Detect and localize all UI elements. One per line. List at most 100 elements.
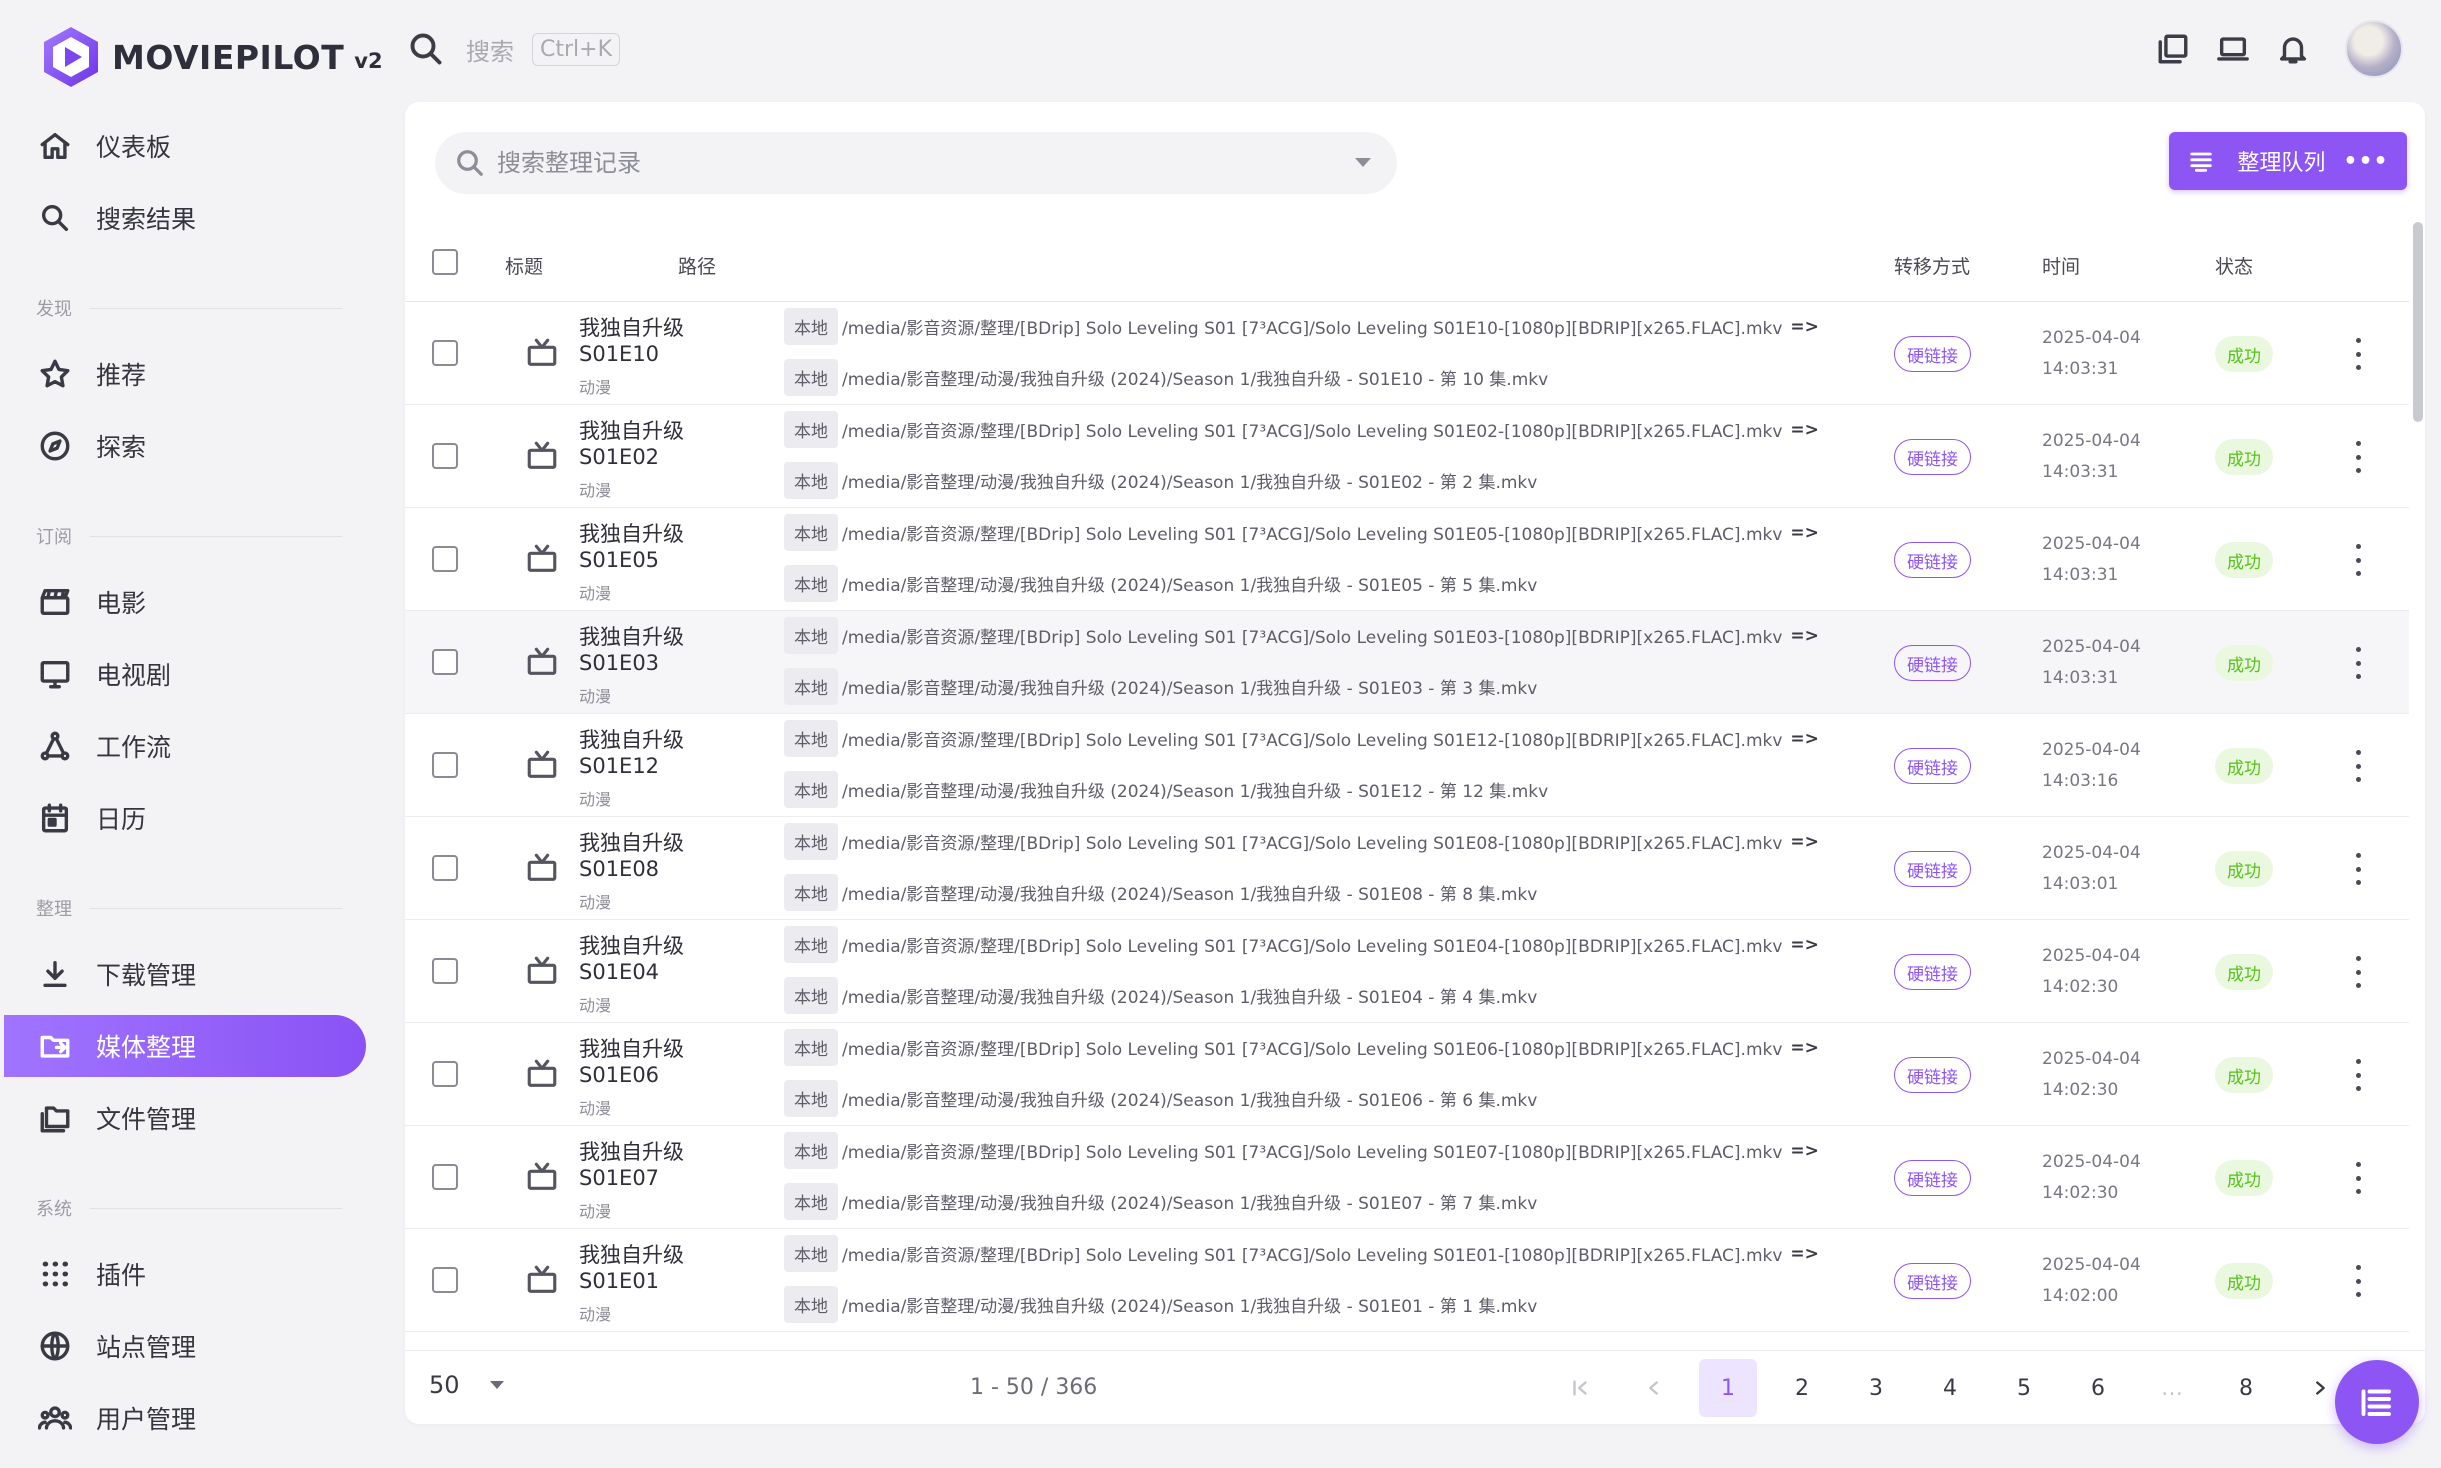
storage-tag: 本地 bbox=[784, 977, 838, 1014]
row-checkbox[interactable] bbox=[432, 1164, 458, 1190]
source-path: 本地/media/影音资源/整理/[BDrip] Solo Leveling S… bbox=[784, 926, 1819, 963]
sidebar-item-files[interactable]: 文件管理 bbox=[4, 1087, 366, 1149]
col-time[interactable]: 时间 bbox=[2042, 252, 2080, 279]
table-row[interactable]: 我独自升级 S01E06 动漫 本地/media/影音资源/整理/[BDrip] So… bbox=[405, 1023, 2409, 1126]
table-row[interactable]: 我独自升级 S01E03 动漫 本地/media/影音资源/整理/[BDrip] So… bbox=[405, 611, 2409, 714]
record-search-input[interactable] bbox=[497, 149, 1317, 177]
select-all-checkbox[interactable] bbox=[432, 249, 458, 275]
page-button[interactable]: 6 bbox=[2069, 1359, 2127, 1417]
row-time: 14:03:16 bbox=[2042, 771, 2119, 791]
per-page-value: 50 bbox=[429, 1371, 460, 1399]
record-search[interactable] bbox=[435, 132, 1397, 194]
row-category: 动漫 bbox=[579, 584, 612, 603]
chevron-down-icon[interactable] bbox=[1355, 158, 1371, 167]
page-button[interactable]: 8 bbox=[2217, 1359, 2275, 1417]
row-title[interactable]: 我独自升级 bbox=[579, 827, 684, 857]
sidebar-item-plugins[interactable]: 插件 bbox=[4, 1243, 366, 1305]
table-row[interactable]: 我独自升级 S01E05 动漫 本地/media/影音资源/整理/[BDrip] So… bbox=[405, 508, 2409, 611]
more-vertical-icon[interactable] bbox=[2345, 956, 2371, 988]
more-vertical-icon[interactable] bbox=[2345, 544, 2371, 576]
row-checkbox[interactable] bbox=[432, 1267, 458, 1293]
prev-page-button[interactable] bbox=[1625, 1359, 1683, 1417]
avatar[interactable] bbox=[2345, 20, 2403, 78]
fab-list-button[interactable] bbox=[2335, 1360, 2419, 1444]
page-button[interactable]: 5 bbox=[1995, 1359, 2053, 1417]
row-title[interactable]: 我独自升级 bbox=[579, 724, 684, 754]
table-row[interactable]: 我独自升级 S01E10 动漫 本地/media/影音资源/整理/[BDrip] So… bbox=[405, 302, 2409, 405]
transfer-mode-chip: 硬链接 bbox=[1894, 748, 1971, 784]
row-title[interactable]: 我独自升级 bbox=[579, 312, 684, 342]
col-title[interactable]: 标题 bbox=[505, 252, 543, 279]
row-title[interactable]: 我独自升级 bbox=[579, 1033, 684, 1063]
row-checkbox[interactable] bbox=[432, 1061, 458, 1087]
row-episode: S01E02 bbox=[579, 445, 660, 469]
first-page-button[interactable] bbox=[1551, 1359, 1609, 1417]
table-row[interactable]: 我独自升级 S01E01 动漫 本地/media/影音资源/整理/[BDrip] So… bbox=[405, 1229, 2409, 1332]
more-vertical-icon[interactable] bbox=[2345, 750, 2371, 782]
bell-icon[interactable] bbox=[2273, 29, 2313, 69]
row-category: 动漫 bbox=[579, 378, 612, 397]
sidebar-item-users[interactable]: 用户管理 bbox=[4, 1387, 366, 1449]
row-checkbox[interactable] bbox=[432, 340, 458, 366]
row-checkbox[interactable] bbox=[432, 649, 458, 675]
more-vertical-icon[interactable] bbox=[2345, 338, 2371, 370]
sidebar-item-explore[interactable]: 探索 bbox=[4, 415, 366, 477]
sidebar-item-movies[interactable]: 电影 bbox=[4, 571, 366, 633]
table-row[interactable]: 我独自升级 S01E12 动漫 本地/media/影音资源/整理/[BDrip] So… bbox=[405, 714, 2409, 817]
col-status[interactable]: 状态 bbox=[2215, 252, 2253, 279]
sidebar-item-downloads[interactable]: 下载管理 bbox=[4, 943, 366, 1005]
sidebar-item-dashboard[interactable]: 仪表板 bbox=[4, 115, 366, 177]
row-checkbox[interactable] bbox=[432, 546, 458, 572]
more-vertical-icon[interactable] bbox=[2345, 1265, 2371, 1297]
page-button[interactable]: 2 bbox=[1773, 1359, 1831, 1417]
table-row[interactable]: 我独自升级 S01E02 动漫 本地/media/影音资源/整理/[BDrip] So… bbox=[405, 405, 2409, 508]
table-row[interactable]: 我独自升级 S01E04 动漫 本地/media/影音资源/整理/[BDrip] So… bbox=[405, 920, 2409, 1023]
table-row[interactable]: 我独自升级 S01E07 动漫 本地/media/影音资源/整理/[BDrip] So… bbox=[405, 1126, 2409, 1229]
more-vertical-icon[interactable] bbox=[2345, 647, 2371, 679]
sidebar-item-sites[interactable]: 站点管理 bbox=[4, 1315, 366, 1377]
more-horizontal-icon: ••• bbox=[2343, 148, 2389, 174]
row-checkbox[interactable] bbox=[432, 752, 458, 778]
laptop-icon[interactable] bbox=[2213, 29, 2253, 69]
transfer-queue-button[interactable]: 整理队列 ••• bbox=[2169, 132, 2407, 190]
source-path-text: /media/影音资源/整理/[BDrip] Solo Leveling S01… bbox=[842, 628, 1783, 648]
more-vertical-icon[interactable] bbox=[2345, 853, 2371, 885]
sidebar-item-media-organize[interactable]: 媒体整理 bbox=[4, 1015, 366, 1077]
row-title[interactable]: 我独自升级 bbox=[579, 930, 684, 960]
row-episode: S01E06 bbox=[579, 1063, 660, 1087]
more-vertical-icon[interactable] bbox=[2345, 1059, 2371, 1091]
brand[interactable]: MOVIEPILOT v2 bbox=[40, 22, 383, 92]
global-search[interactable]: 搜索 Ctrl+K bbox=[408, 26, 621, 72]
more-vertical-icon[interactable] bbox=[2345, 1162, 2371, 1194]
tv-icon bbox=[525, 542, 559, 576]
row-category: 动漫 bbox=[579, 893, 612, 912]
copy-icon[interactable] bbox=[2153, 29, 2193, 69]
row-checkbox[interactable] bbox=[432, 958, 458, 984]
col-path[interactable]: 路径 bbox=[678, 252, 716, 279]
sidebar-item-search-results[interactable]: 搜索结果 bbox=[4, 187, 366, 249]
page-button[interactable]: 3 bbox=[1847, 1359, 1905, 1417]
sidebar-item-workflow[interactable]: 工作流 bbox=[4, 715, 366, 777]
row-title[interactable]: 我独自升级 bbox=[579, 1136, 684, 1166]
scrollbar[interactable] bbox=[2413, 222, 2423, 422]
sidebar-item-tv[interactable]: 电视剧 bbox=[4, 643, 366, 705]
row-checkbox[interactable] bbox=[432, 855, 458, 881]
sidebar-item-recommend[interactable]: 推荐 bbox=[4, 343, 366, 405]
row-title[interactable]: 我独自升级 bbox=[579, 621, 684, 651]
per-page-select[interactable]: 50 bbox=[429, 1371, 504, 1399]
row-title[interactable]: 我独自升级 bbox=[579, 518, 684, 548]
row-episode: S01E05 bbox=[579, 548, 660, 572]
table-header: 标题 路径 转移方式 时间 状态 bbox=[405, 222, 2409, 302]
col-mode[interactable]: 转移方式 bbox=[1894, 252, 1970, 279]
more-vertical-icon[interactable] bbox=[2345, 441, 2371, 473]
transfer-mode-chip: 硬链接 bbox=[1894, 645, 1971, 681]
sidebar-item-calendar[interactable]: 日历 bbox=[4, 787, 366, 849]
page-button[interactable]: 1 bbox=[1699, 1359, 1757, 1417]
table-row[interactable]: 我独自升级 S01E08 动漫 本地/media/影音资源/整理/[BDrip] So… bbox=[405, 817, 2409, 920]
sidebar-item-label: 探索 bbox=[96, 433, 147, 462]
row-title[interactable]: 我独自升级 bbox=[579, 1239, 684, 1269]
page-button[interactable]: 4 bbox=[1921, 1359, 1979, 1417]
pagination-range: 1 - 50 / 366 bbox=[970, 1375, 1098, 1400]
row-checkbox[interactable] bbox=[432, 443, 458, 469]
row-title[interactable]: 我独自升级 bbox=[579, 415, 684, 445]
